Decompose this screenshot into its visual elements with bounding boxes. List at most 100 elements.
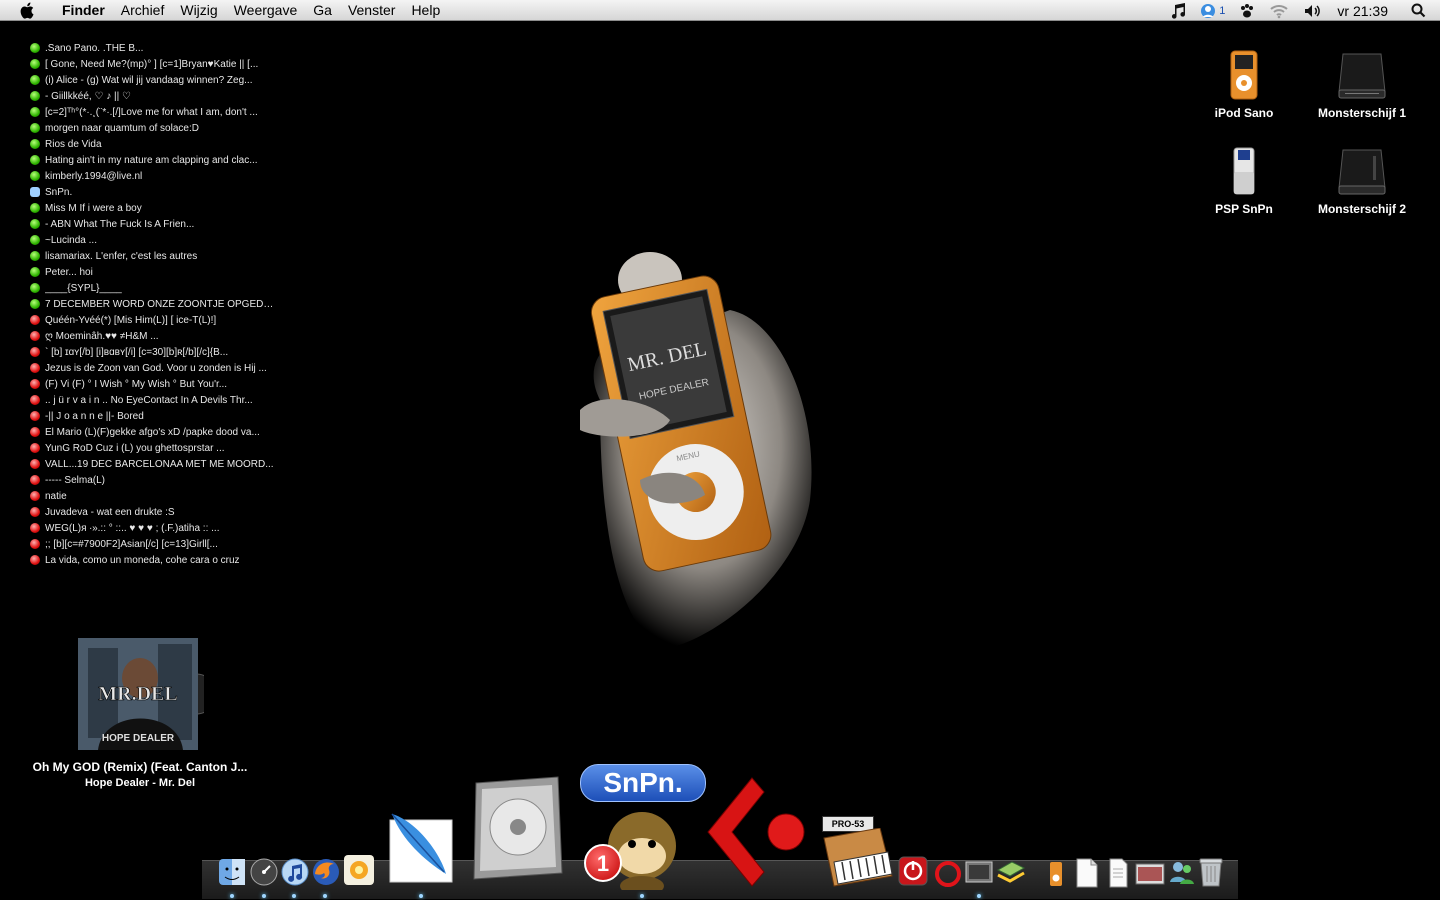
synthesizer-icon [823, 828, 893, 887]
menu-wijzig[interactable]: Wijzig [172, 0, 225, 21]
desktop-icon-psp-snpn[interactable]: PSP SnPn [1184, 138, 1304, 216]
buddy-list-item[interactable]: [ Gone, Need Me?(mp)° ] [c=1]Bryan♥Katie… [30, 56, 280, 72]
wifi-icon[interactable] [1269, 3, 1289, 19]
buddy-name: natie [45, 490, 67, 502]
menu-venster[interactable]: Venster [340, 0, 403, 21]
buddy-name: .. j ü r v a i n .. No EyeContact In A D… [45, 394, 253, 406]
buddy-list-item[interactable]: WEG(L)ᴙ ∙».:: ° ::.. ♥ ♥ ♥ ; (.F.)atiha … [30, 520, 280, 536]
buddy-name: Quéén-Yvéé(*) [Mis Him(L)] [ ice-T(L)!] [45, 314, 217, 326]
album-art[interactable]: MR.DEL HOPE DEALER [78, 638, 217, 750]
status-dot-icon [30, 299, 40, 309]
buddy-list-item[interactable]: (F) Vi (F) ° I Wish ° My Wish ° But You'… [30, 376, 280, 392]
buddy-list-item[interactable]: lisamariax. L'enfer, c'est les autres [30, 248, 280, 264]
dock-opera[interactable] [934, 860, 962, 893]
buddy-list-item[interactable]: morgen naar quamtum of solace:D [30, 120, 280, 136]
menu-archief[interactable]: Archief [113, 0, 173, 21]
menu-clock[interactable]: vr 21:39 [1337, 3, 1388, 19]
dock-trash[interactable] [1198, 856, 1224, 893]
buddy-list-item[interactable]: ` [b] ɪɑʏ[/b] [i]вɑвʏ[/i] [c=30][b]ʀ[/b]… [30, 344, 280, 360]
buddy-list-item[interactable]: ~Lucinda ... [30, 232, 280, 248]
buddy-list-item[interactable]: Miss M If i were a boy [30, 200, 280, 216]
dock-photoshop[interactable] [384, 810, 456, 889]
buddy-list-item[interactable]: Hating ain't in my nature am clapping an… [30, 152, 280, 168]
music-note-icon[interactable] [1170, 2, 1186, 19]
apple-menu-icon[interactable] [20, 2, 38, 19]
status-dot-icon [30, 363, 40, 373]
dock-document-1[interactable] [1074, 858, 1100, 893]
buddy-list-item[interactable]: Jezus is de Zoon van God. Voor u zonden … [30, 360, 280, 376]
buddy-list-item[interactable]: - ABN What The Fuck Is A Frien... [30, 216, 280, 232]
messenger-status-icon[interactable]: 1 [1200, 3, 1225, 19]
buddy-list-item[interactable]: natie [30, 488, 280, 504]
paw-icon[interactable] [1239, 3, 1255, 19]
spotlight-search-icon[interactable] [1411, 3, 1426, 18]
menu-ga[interactable]: Ga [305, 0, 340, 21]
status-dot-icon [30, 219, 40, 229]
dock-image-viewer[interactable] [964, 858, 994, 891]
dock-photo-app[interactable] [343, 854, 375, 891]
buddy-list-item[interactable]: ღ Moeminâh.♥♥ ≠H&M ... [30, 328, 280, 344]
menu-help[interactable]: Help [403, 0, 448, 21]
status-dot-icon [30, 427, 40, 437]
buddy-list-item[interactable]: .Sano Pano. .THE B... [30, 40, 280, 56]
buddy-name: - Giillkkéé, ♡ ♪ || ♡ [45, 90, 131, 102]
dock-screenshot-folder[interactable] [1134, 858, 1166, 891]
ipod-icon [1050, 862, 1062, 886]
buddy-list-item[interactable]: ----- Selma(L) [30, 472, 280, 488]
buddy-list-item[interactable]: Rios de Vida [30, 136, 280, 152]
dock-ipod-stack[interactable] [1046, 860, 1066, 893]
buddy-list-item[interactable]: (i) Alice - (g) Wat wil jij vandaag winn… [30, 72, 280, 88]
buddy-list-item[interactable]: .. j ü r v a i n .. No EyeContact In A D… [30, 392, 280, 408]
dock-logic[interactable] [470, 775, 566, 886]
buddy-name: ----- Selma(L) [45, 474, 105, 486]
cubase-icon [707, 777, 805, 887]
buddy-list-item[interactable]: - Giillkkéé, ♡ ♪ || ♡ [30, 88, 280, 104]
people-icon [1170, 862, 1194, 884]
desktop-icon-monsterschijf-2[interactable]: Monsterschijf 2 [1302, 138, 1422, 216]
volume-icon[interactable] [1303, 3, 1323, 19]
desktop-icon-monsterschijf-1[interactable]: Monsterschijf 1 [1302, 42, 1422, 120]
buddy-list-item[interactable]: SnPn. [30, 184, 280, 200]
status-dot-icon [30, 539, 40, 549]
buddy-name: ` [b] ɪɑʏ[/b] [i]вɑвʏ[/i] [c=30][b]ʀ[/b]… [45, 346, 229, 358]
dock-utility[interactable] [996, 858, 1026, 891]
buddy-list-item[interactable]: VALL...19 DEC BARCELONAA MET ME MOORD... [30, 456, 280, 472]
menu-weergave[interactable]: Weergave [226, 0, 306, 21]
buddy-name: Hating ain't in my nature am clapping an… [45, 154, 258, 166]
buddy-list-item[interactable]: ;; [b][c=#7900F2]Asian[/c] [c=13]Girll[.… [30, 536, 280, 552]
dock-recovery-app[interactable] [898, 856, 928, 891]
dock-finder[interactable] [218, 858, 246, 891]
running-indicator [977, 894, 981, 898]
buddy-list-item[interactable]: 7 DECEMBER WORD ONZE ZOONTJE OPGEDR... [30, 296, 280, 312]
dock-contacts[interactable] [1168, 858, 1196, 891]
status-dot-icon [30, 155, 40, 165]
buddy-list-item[interactable]: ____{SYPL}____ [30, 280, 280, 296]
buddy-list-item[interactable]: Peter... hoi [30, 264, 280, 280]
dock-dashboard[interactable] [250, 858, 278, 891]
buddy-name: 7 DECEMBER WORD ONZE ZOONTJE OPGEDR... [45, 298, 277, 310]
dock-cubase[interactable] [704, 774, 806, 895]
buddy-list-item[interactable]: Juvadeva - wat een drukte :S [30, 504, 280, 520]
buddy-name: SnPn. [45, 186, 73, 198]
dock-itunes[interactable] [281, 858, 309, 891]
stack-icon [996, 861, 1026, 883]
menu-finder[interactable]: Finder [54, 0, 113, 21]
now-playing-widget[interactable]: MR.DEL HOPE DEALER Oh My GOD (Remix) (Fe… [20, 638, 260, 789]
buddy-list-item[interactable]: YunG RoD Cuz i (L) you ghettosprstar ... [30, 440, 280, 456]
usb-drive-icon [1214, 138, 1274, 196]
desktop-icon-label: PSP SnPn [1215, 202, 1273, 216]
status-dot-icon [30, 507, 40, 517]
desktop-icon-ipod-sano[interactable]: iPod Sano [1184, 42, 1304, 120]
buddy-name: (i) Alice - (g) Wat wil jij vandaag winn… [45, 74, 253, 86]
trash-icon [1199, 858, 1223, 887]
buddy-list-item[interactable]: La vida, como un moneda, cohe cara o cru… [30, 552, 280, 568]
buddy-list-item[interactable]: El Mario (L)(F)gekke afgo's xD /papke do… [30, 424, 280, 440]
buddy-name: kimberly.1994@live.nl [45, 170, 143, 182]
dock-document-2[interactable] [1106, 858, 1130, 893]
buddy-list-item[interactable]: kimberly.1994@live.nl [30, 168, 280, 184]
buddy-list-item[interactable]: -|| J o a n n e ||- Bored [30, 408, 280, 424]
dock-firefox[interactable] [312, 858, 340, 891]
running-indicator [419, 894, 423, 898]
buddy-list-item[interactable]: Quéén-Yvéé(*) [Mis Him(L)] [ ice-T(L)!] [30, 312, 280, 328]
buddy-list-item[interactable]: [c=2]ᵀʰ°(*·.¸(¨*·.[/]Love me for what I … [30, 104, 280, 120]
